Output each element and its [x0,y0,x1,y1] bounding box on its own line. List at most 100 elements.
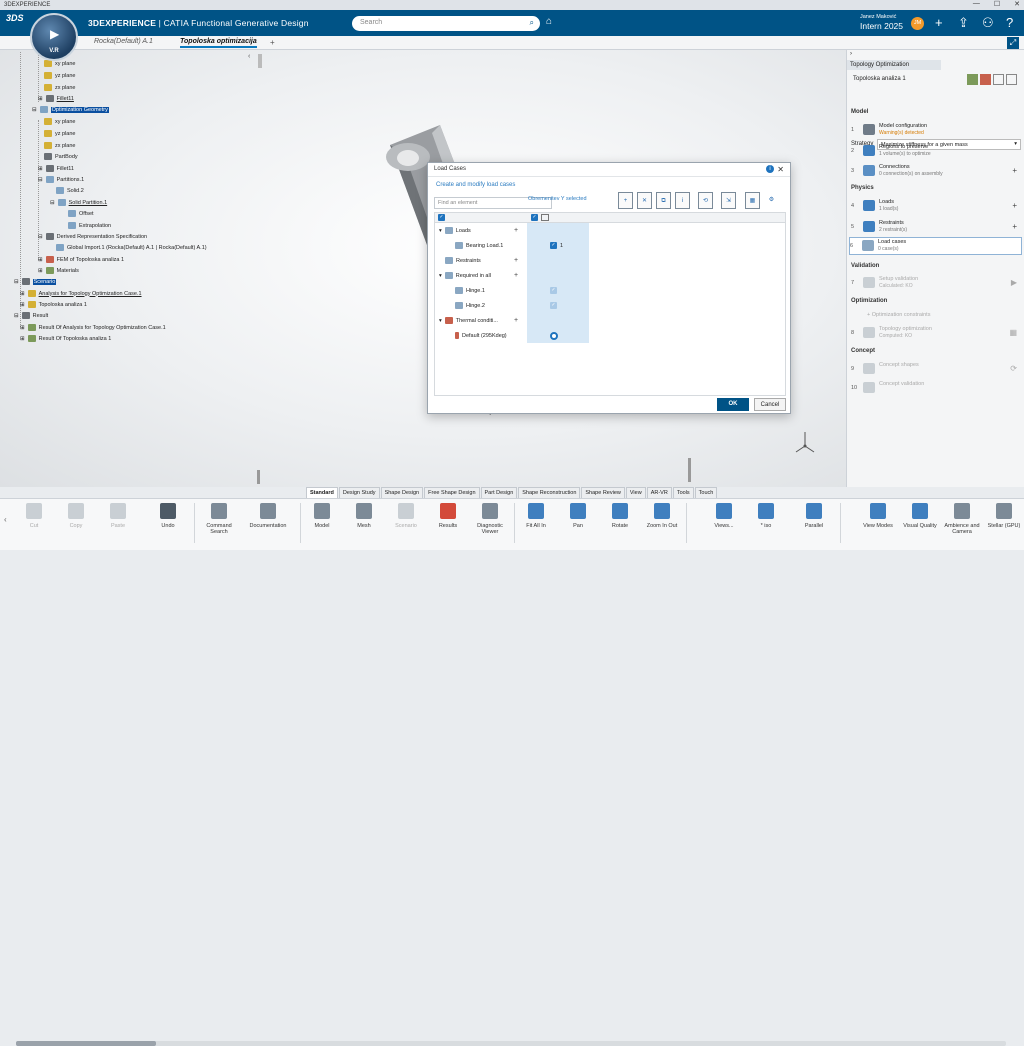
expand-icon[interactable]: ⊞ [38,166,43,172]
load-cases-item[interactable]: 6 Load cases 0 case(s) [849,237,1022,255]
tree-node[interactable]: yz plane [44,130,76,137]
results-button[interactable]: Results [430,503,466,529]
add-icon[interactable]: + [935,15,943,30]
cancel-button[interactable]: Cancel [754,398,786,411]
grid-icon[interactable]: ▦ [1009,328,1017,337]
visual-quality-button[interactable]: Visual Quality [902,503,938,529]
tab-shape-review[interactable]: Shape Review [581,487,625,498]
tab-standard[interactable]: Standard [306,487,338,498]
diagnostic-viewer-button[interactable]: Diagnostic Viewer [472,503,508,535]
tree-node[interactable]: ⊟ Scenario [14,278,57,285]
grid-row-default-temp[interactable]: Default (295Kdeg) [455,331,558,340]
compass[interactable]: ▶ V.R [30,13,78,61]
axis-triad-icon[interactable] [793,428,817,456]
tab-shape-design[interactable]: Shape Design [380,487,424,498]
tree-node[interactable]: Global Import.1 (Rocka(Default) A.1 | Ro… [56,244,207,251]
close-icon[interactable]: ✕ [777,165,784,174]
tree-node[interactable]: ⊞ Analysis for Topology Optimization Case… [20,290,142,297]
table-icon[interactable]: ▦ [745,192,760,209]
delete-load-case-icon[interactable]: ✕ [637,192,652,209]
parallel-button[interactable]: Parallel [796,503,832,529]
cut-button[interactable]: Cut [16,503,52,529]
grid-row-thermal[interactable]: ▾ Thermal conditi... + [439,317,518,324]
tab-design-study[interactable]: Design Study [338,487,380,498]
settings-icon[interactable] [1006,74,1017,85]
tab-touch[interactable]: Touch [694,487,718,498]
tree-scrollbar[interactable] [258,54,262,68]
hinge-checkbox[interactable]: ✓ [550,287,557,294]
grid-icon[interactable] [993,74,1004,85]
copy-button[interactable]: Copy [58,503,94,529]
command-search-button[interactable]: Command Search [201,503,237,535]
tree-node[interactable]: zx plane [44,84,76,91]
grid-row-bearing-load[interactable]: Bearing Load.1 ✓ 1 [455,242,563,249]
import-icon[interactable]: ⇲ [721,192,736,209]
collapse-icon[interactable]: ⊟ [50,200,55,206]
stellar-gpu-button[interactable]: Stellar (GPU) [986,503,1022,529]
tree-node[interactable]: ⊟ Derived Representation Specification [38,233,147,240]
viewport-scrollbar[interactable] [688,458,691,482]
tab-free-shape-design[interactable]: Free Shape Design [424,487,480,498]
tree-node[interactable]: xy plane [44,60,76,67]
avatar[interactable]: JM [911,17,924,30]
tree-node[interactable]: ⊞ Materials [38,267,79,274]
tab-rocka[interactable]: Rocka(Default) A.1 [94,38,153,45]
rotate-button[interactable]: Rotate [602,503,638,529]
tree-node[interactable]: yz plane [44,72,76,79]
scrollbar-thumb[interactable] [16,1041,156,1046]
grid-row-hinge-1[interactable]: Hinge.1 ✓ [455,287,557,294]
tree-node[interactable]: Extrapolation [68,222,111,229]
expand-icon[interactable]: ⊞ [38,257,43,263]
share-icon[interactable]: ⇪ [958,15,969,31]
add-icon[interactable]: + [514,272,518,279]
grid-row-loads[interactable]: ▾ Loads + [439,227,518,234]
model-icon[interactable] [967,74,978,85]
tree-node[interactable]: ⊞ FEM of Topoloska analiza 1 [38,256,124,263]
tree-node[interactable]: xy plane [44,118,76,125]
iso-view-button[interactable]: * iso [748,503,784,529]
add-tab-button[interactable]: + [270,38,275,47]
info-icon[interactable]: i [766,165,774,173]
collapse-tree-icon[interactable]: ‹ [248,53,250,60]
pan-button[interactable]: Pan [560,503,596,529]
add-icon[interactable]: + [514,257,518,264]
expand-icon[interactable]: ⊞ [20,302,25,308]
fit-all-in-button[interactable]: Fit All In [518,503,554,529]
add-connection-icon[interactable]: + [1012,166,1017,175]
tree-node[interactable]: Offset [68,210,94,217]
add-load-icon[interactable]: + [1012,201,1017,210]
tree-node[interactable]: ⊟ Result [14,312,48,319]
tab-topoloska-optimizacija[interactable]: Topoloska optimizacija [180,38,257,48]
default-radio[interactable] [550,331,558,340]
maximize-icon[interactable]: ☐ [994,0,1000,8]
grid-row-restraints[interactable]: Restraints + [445,257,518,264]
expand-icon[interactable]: ⊞ [20,336,25,342]
tree-node[interactable]: ⊞ Fillet11 [38,95,74,102]
expand-icon[interactable]: ⊞ [38,96,43,102]
reset-icon[interactable]: ⟲ [698,192,713,209]
tree-node[interactable]: zx plane [44,142,76,149]
add-icon[interactable]: + [514,227,518,234]
ambience-camera-button[interactable]: Ambience and Camera [944,503,980,535]
paste-button[interactable]: Paste [100,503,136,529]
scenario-button[interactable]: Scenario [388,503,424,529]
collapse-icon[interactable]: ⊟ [38,177,43,183]
tree-node[interactable]: ⊞ Topoloska analiza 1 [20,301,87,308]
tree-node[interactable]: ⊞ Fillet11 [38,165,74,172]
tree-node[interactable]: ⊟ Solid Partition.1 [50,199,107,206]
minimize-icon[interactable]: — [973,0,980,8]
undo-button[interactable]: Undo [150,503,186,529]
mesh-icon[interactable] [980,74,991,85]
community-icon[interactable]: ⚇ [982,15,994,31]
ok-button[interactable]: OK [717,398,749,411]
collapse-icon[interactable]: ⊟ [38,234,43,240]
load-checkbox[interactable]: ✓ [550,242,557,249]
expand-icon[interactable]: ⊞ [20,325,25,331]
select-all-checkbox[interactable]: ✓ [438,214,445,221]
search-icon[interactable]: ⌕ [530,18,534,28]
settings-table-icon[interactable]: ⚙ [764,192,779,209]
load-case-column[interactable] [527,213,589,343]
model-button[interactable]: Model [304,503,340,529]
tree-node[interactable]: Solid.2 [56,187,84,194]
grid-row-hinge-2[interactable]: Hinge.2 ✓ [455,302,557,309]
